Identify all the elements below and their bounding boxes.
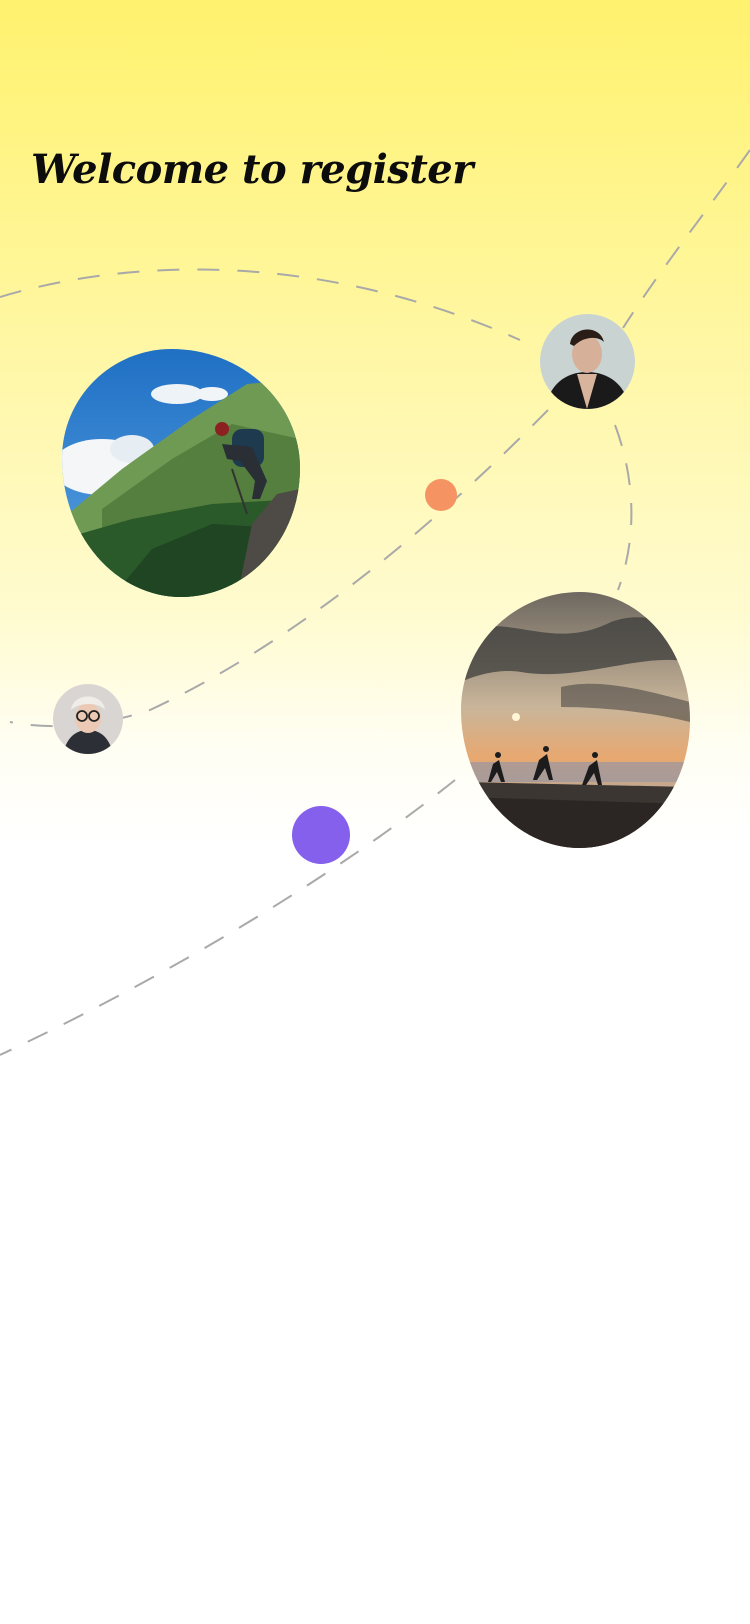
orbit-path-lower <box>0 779 456 1056</box>
decorative-purple-dot <box>292 806 350 864</box>
orbit-path-top <box>0 268 521 341</box>
orbit-path-right <box>614 424 633 591</box>
avatar-woman-glasses[interactable] <box>53 684 123 754</box>
orbit-path-diagonal-upper <box>622 149 750 329</box>
avatar-man[interactable] <box>540 314 635 409</box>
decorative-orange-dot <box>425 479 457 511</box>
